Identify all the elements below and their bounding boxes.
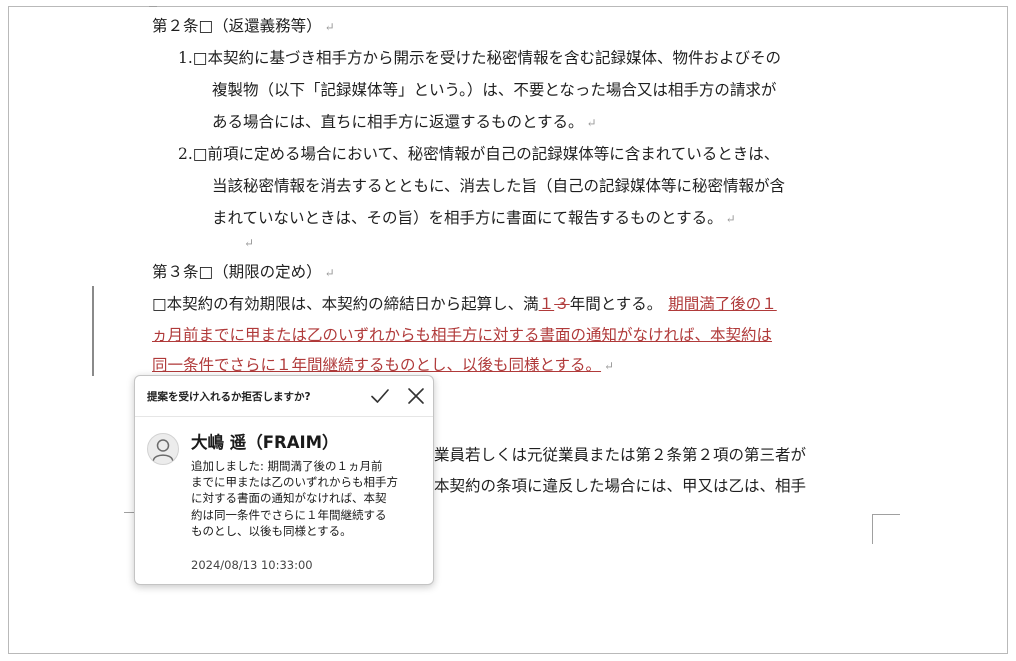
- reject-button[interactable]: [403, 383, 429, 409]
- comment-line: に対する書面の通知がなければ、本契: [191, 491, 387, 506]
- paragraph-mark: ↵: [324, 20, 335, 34]
- document-line-hidden-2[interactable]: 本契約の条項に違反した場合には、甲又は乙は、相手: [434, 473, 806, 499]
- margin-mark-left: [124, 512, 134, 513]
- paragraph-mark: ↵: [244, 236, 255, 250]
- track-change-popup: 提案を受け入れるか拒否しますか? 大嶋 遥（FRAIM） 追加しました: 期間満…: [134, 375, 434, 585]
- paragraph-mark: ↵: [725, 212, 736, 226]
- inserted-text[interactable]: 期間満了後の１: [668, 295, 777, 313]
- comment-line: ものとし、以後も同様とする。: [191, 523, 352, 538]
- article-2-item-1-line-3[interactable]: ある場合には、直ちに相手方に返還するものとする。 ↵: [212, 109, 597, 136]
- comment-timestamp: 2024/08/13 10:33:00: [191, 558, 313, 572]
- paragraph-mark: ↵: [324, 266, 335, 280]
- article-2-item-1-line-1[interactable]: 1.□本契約に基づき相手方から開示を受けた秘密情報を含む記録媒体、物件およびその: [178, 45, 781, 71]
- paragraph-mark: ↵: [604, 359, 615, 373]
- article-2-item-2-line-1[interactable]: 2.□前項に定める場合において、秘密情報が自己の記録媒体等に含まれているときは、: [178, 141, 779, 167]
- article-2-item-1-line-2[interactable]: 複製物（以下「記録媒体等」という。）は、不要となった場合又は相手方の請求が: [212, 77, 776, 103]
- inserted-text[interactable]: １: [539, 295, 555, 313]
- avatar: [147, 433, 179, 465]
- article-3-line-1[interactable]: □本契約の有効期限は、本契約の締結日から起算し、満１３年間とする。 期間満了後の１: [152, 291, 777, 317]
- check-icon: [371, 389, 389, 403]
- comment-line: 約は同一条件でさらに１年間継続する: [191, 507, 387, 522]
- popup-header: 提案を受け入れるか拒否しますか?: [135, 376, 433, 417]
- inserted-text[interactable]: ヵ月前までに甲または乙のいずれからも相手方に対する書面の通知がなければ、本契約は: [152, 326, 772, 344]
- article-2-item-2-line-3[interactable]: まれていないときは、その旨）を相手方に書面にて報告するものとする。 ↵: [212, 205, 736, 232]
- comment-author: 大嶋 遥（FRAIM）: [191, 433, 339, 452]
- margin-mark-right: [872, 514, 900, 515]
- popup-question: 提案を受け入れるか拒否しますか?: [147, 391, 311, 403]
- article-3-heading[interactable]: 第３条□（期限の定め） ↵: [152, 259, 335, 286]
- document-line-hidden-1[interactable]: 業員若しくは元従業員または第２条第２項の第三者が: [434, 442, 806, 468]
- comment-line: までに甲または乙のいずれからも相手方: [191, 475, 398, 490]
- person-icon: [152, 439, 174, 461]
- article-2-item-2-line-2[interactable]: 当該秘密情報を消去するとともに、消去した旨（自己の記録媒体等に秘密情報が含: [212, 173, 785, 199]
- empty-paragraph[interactable]: ↵: [241, 229, 254, 256]
- accept-button[interactable]: [367, 383, 393, 409]
- close-icon: [408, 388, 424, 404]
- change-bar: [92, 286, 94, 376]
- comment-body: 追加しました: 期間満了後の１ヵ月前 までに甲または乙のいずれからも相手方 に対…: [191, 458, 429, 539]
- inserted-text[interactable]: 同一条件でさらに１年間継続するものとし、以後も同様とする。: [152, 356, 601, 374]
- margin-mark-top: [149, 6, 157, 7]
- article-2-heading[interactable]: 第２条□（返還義務等） ↵: [152, 13, 335, 40]
- margin-mark-right-vertical: [872, 514, 873, 544]
- article-3-line-2[interactable]: ヵ月前までに甲または乙のいずれからも相手方に対する書面の通知がなければ、本契約は: [152, 322, 772, 348]
- comment-line: 追加しました: 期間満了後の１ヵ月前: [191, 459, 383, 473]
- paragraph-mark: ↵: [586, 116, 597, 130]
- deleted-text[interactable]: ３: [554, 295, 570, 313]
